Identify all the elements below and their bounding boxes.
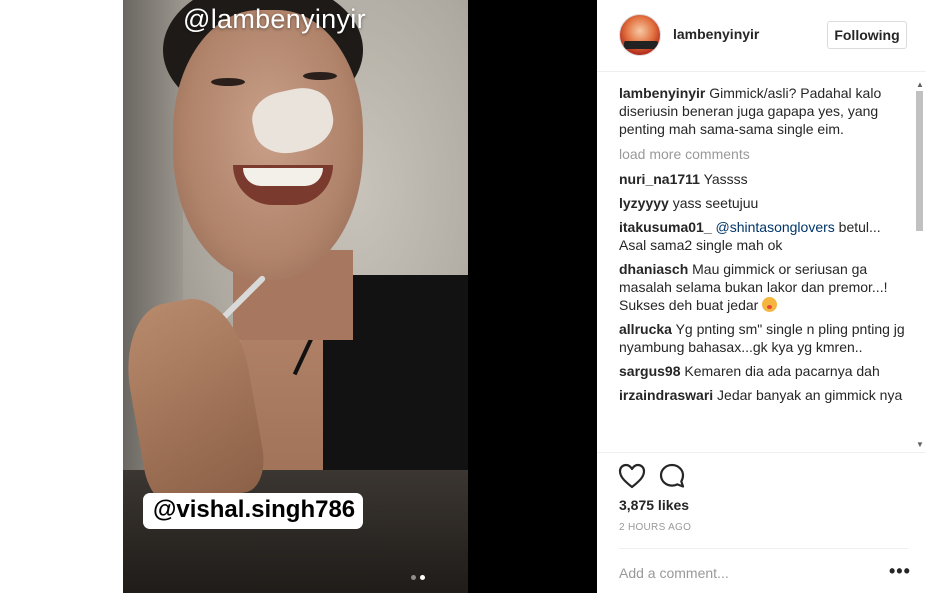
comment-item: nuri_na1711 Yassss [619, 170, 909, 188]
header-username[interactable]: lambenyinyir [673, 26, 759, 42]
comment-username[interactable]: irzaindraswari [619, 387, 713, 403]
video-frame[interactable]: @lambenyinyir @vishal.singh786 [123, 0, 468, 593]
likes-count[interactable]: 3,875 likes [619, 497, 689, 513]
left-eye [211, 78, 245, 86]
comment-item: sargus98 Kemaren dia ada pacarnya dah [619, 362, 909, 380]
letterbox-right [468, 0, 597, 593]
face-blowing-kiss-icon [762, 297, 778, 312]
post-header: lambenyinyir Following [597, 0, 926, 72]
comment-username[interactable]: nuri_na1711 [619, 171, 700, 187]
comment-text: yass seetujuu [672, 195, 759, 211]
post-side-panel: lambenyinyir Following lambenyinyir Gimm… [597, 0, 926, 593]
comment-username[interactable]: sargus98 [619, 363, 680, 379]
scrollbar-thumb[interactable] [916, 91, 923, 231]
comment-username[interactable]: dhaniasch [619, 261, 688, 277]
post-actions: 3,875 likes 2 HOURS AGO ••• [597, 452, 926, 593]
comment-text: Yassss [703, 171, 748, 187]
teeth [243, 168, 323, 186]
more-options-icon[interactable]: ••• [889, 561, 911, 582]
carousel-dot-2-active[interactable] [420, 575, 425, 580]
comment-username[interactable]: allrucka [619, 321, 672, 337]
comment-item: lyzyyyy yass seetujuu [619, 194, 909, 212]
comment-item: dhaniasch Mau gimmick or seriusan ga mas… [619, 260, 909, 314]
caption: lambenyinyir Gimmick/asli? Padahal kalo … [619, 84, 909, 138]
comment-item: irzaindraswari Jedar banyak an gimmick n… [619, 386, 909, 404]
comment-text: Kemaren dia ada pacarnya dah [684, 363, 880, 379]
comment-item: itakusuma01_ @shintasonglovers betul... … [619, 218, 909, 254]
instagram-post-page: @lambenyinyir @vishal.singh786 lambenyin… [0, 0, 926, 593]
comment-mention-link[interactable]: @shintasonglovers [716, 219, 835, 235]
load-more-comments-link[interactable]: load more comments [619, 146, 909, 162]
comment-bubble-icon[interactable] [657, 461, 687, 491]
scroll-down-arrow-icon[interactable]: ▼ [916, 440, 924, 449]
avatar-logo [624, 41, 658, 49]
add-comment-section: ••• [619, 548, 911, 590]
add-comment-input[interactable] [619, 563, 859, 583]
page-margin [0, 0, 123, 593]
carousel-indicator [411, 575, 425, 580]
heart-icon[interactable] [617, 461, 647, 491]
post-timestamp[interactable]: 2 HOURS AGO [619, 522, 691, 533]
comments-scrollbar[interactable]: ▲ ▼ [914, 78, 925, 450]
following-button[interactable]: Following [827, 21, 907, 49]
comments-list[interactable]: lambenyinyir Gimmick/asli? Padahal kalo … [619, 84, 909, 450]
overlay-tag-sticker: @vishal.singh786 [143, 493, 364, 529]
comment-text: Jedar banyak an gimmick nya [717, 387, 903, 403]
caption-username[interactable]: lambenyinyir [619, 85, 705, 101]
post-media[interactable]: @lambenyinyir @vishal.singh786 [123, 0, 597, 593]
comment-username[interactable]: lyzyyyy [619, 195, 669, 211]
carousel-dot-1[interactable] [411, 575, 416, 580]
comment-item: allrucka Yg pnting sm" single n pling pn… [619, 320, 909, 356]
overlay-handle-text: @lambenyinyir [183, 4, 366, 34]
right-eye [303, 72, 337, 80]
comment-username[interactable]: itakusuma01_ [619, 219, 712, 235]
scroll-up-arrow-icon[interactable]: ▲ [916, 80, 924, 89]
profile-avatar[interactable] [619, 14, 661, 56]
